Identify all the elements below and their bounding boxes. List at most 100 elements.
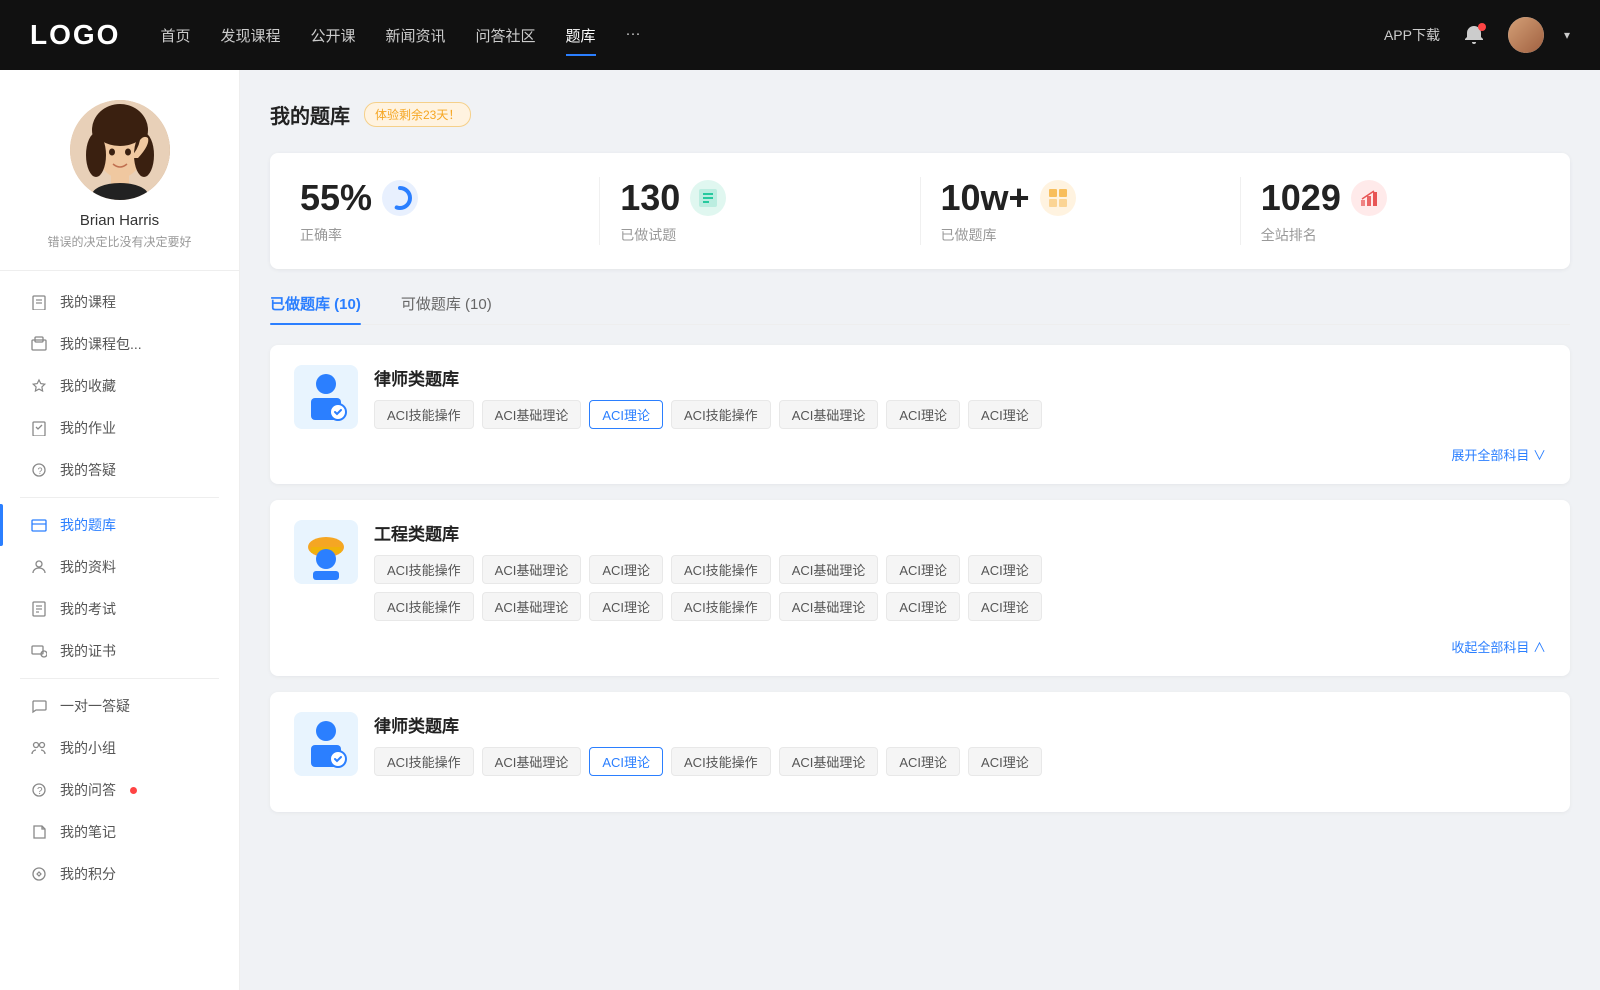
bank-icon-lawyer <box>294 365 358 429</box>
nav-link-open[interactable]: 公开课 <box>310 21 355 50</box>
tag-active[interactable]: ACI理论 <box>589 400 663 429</box>
sidebar-item-course-package[interactable]: 我的课程包... <box>0 323 239 365</box>
sidebar-item-group[interactable]: 我的小组 <box>0 727 239 769</box>
nav-link-discover[interactable]: 发现课程 <box>220 21 280 50</box>
tag[interactable]: ACI技能操作 <box>374 747 474 776</box>
nav-links: 首页 发现课程 公开课 新闻资讯 问答社区 题库 ··· <box>160 21 1384 50</box>
sidebar-item-homework[interactable]: 我的作业 <box>0 407 239 449</box>
profile-name: Brian Harris <box>80 212 159 229</box>
tag-active[interactable]: ACI理论 <box>589 747 663 776</box>
sidebar-item-one-on-one[interactable]: 一对一答疑 <box>0 685 239 727</box>
rank-icon <box>1351 180 1387 216</box>
sidebar-item-label: 我的收藏 <box>60 376 116 396</box>
stat-rank-label: 全站排名 <box>1261 225 1317 245</box>
sidebar-item-label: 我的证书 <box>60 641 116 661</box>
tag[interactable]: ACI技能操作 <box>374 555 474 584</box>
expand-button-lawyer-1[interactable]: 展开全部科目 ∨ <box>294 445 1546 464</box>
nav-link-bank[interactable]: 题库 <box>566 21 596 50</box>
tag[interactable]: ACI技能操作 <box>374 592 474 621</box>
stat-done-questions: 130 已做试题 <box>620 177 920 245</box>
tag[interactable]: ACI技能操作 <box>671 400 771 429</box>
sidebar-item-favorites[interactable]: 我的收藏 <box>0 365 239 407</box>
nav-bell-icon[interactable] <box>1460 21 1488 49</box>
tag[interactable]: ACI基础理论 <box>482 400 582 429</box>
page-title: 我的题库 <box>270 100 350 129</box>
tag[interactable]: ACI理论 <box>968 747 1042 776</box>
tag[interactable]: ACI理论 <box>589 592 663 621</box>
accuracy-icon <box>382 180 418 216</box>
tab-available-banks[interactable]: 可做题库 (10) <box>401 293 492 324</box>
tag[interactable]: ACI理论 <box>886 555 960 584</box>
nav-link-qa[interactable]: 问答社区 <box>476 21 536 50</box>
nav-link-more[interactable]: ··· <box>626 21 641 50</box>
bank-tags-engineer-row1: ACI技能操作 ACI基础理论 ACI理论 ACI技能操作 ACI基础理论 AC… <box>374 555 1546 584</box>
sidebar-item-label: 我的问答 <box>60 780 116 800</box>
tag[interactable]: ACI基础理论 <box>482 747 582 776</box>
tag[interactable]: ACI理论 <box>886 592 960 621</box>
exam-icon <box>30 600 48 618</box>
tag[interactable]: ACI基础理论 <box>779 555 879 584</box>
avatar <box>70 100 170 200</box>
tag[interactable]: ACI基础理论 <box>482 592 582 621</box>
nav-link-news[interactable]: 新闻资讯 <box>386 21 446 50</box>
nav-avatar[interactable] <box>1508 17 1544 53</box>
stat-accuracy-value: 55% <box>300 177 372 219</box>
question-icon: ? <box>30 461 48 479</box>
bank-card-lawyer-1: 律师类题库 ACI技能操作 ACI基础理论 ACI理论 ACI技能操作 ACI基… <box>270 345 1570 484</box>
homework-icon <box>30 419 48 437</box>
tag[interactable]: ACI技能操作 <box>374 400 474 429</box>
nav-link-home[interactable]: 首页 <box>160 21 190 50</box>
notification-dot <box>130 787 137 794</box>
tag[interactable]: ACI基础理论 <box>482 555 582 584</box>
courses-icon <box>30 293 48 311</box>
stat-done-banks-value: 10w+ <box>941 177 1030 219</box>
sidebar-item-my-questions[interactable]: ? 我的问答 <box>0 769 239 811</box>
sidebar-item-points[interactable]: 我的积分 <box>0 853 239 895</box>
bank-card-header: 工程类题库 ACI技能操作 ACI基础理论 ACI理论 ACI技能操作 ACI基… <box>294 520 1546 621</box>
stat-rank-value: 1029 <box>1261 177 1341 219</box>
tag[interactable]: ACI理论 <box>589 555 663 584</box>
sidebar-item-my-courses[interactable]: 我的课程 <box>0 281 239 323</box>
main-content: 我的题库 体验剩余23天！ 55% 正确率 13 <box>240 70 1600 990</box>
tag[interactable]: ACI技能操作 <box>671 747 771 776</box>
sidebar-item-notes[interactable]: 我的笔记 <box>0 811 239 853</box>
sidebar-item-bank[interactable]: 我的题库 <box>0 504 239 546</box>
tag[interactable]: ACI理论 <box>968 592 1042 621</box>
sidebar-item-profile[interactable]: 我的资料 <box>0 546 239 588</box>
page-header: 我的题库 体验剩余23天！ <box>270 100 1570 129</box>
sidebar-item-label: 我的课程包... <box>60 334 142 354</box>
stats-card: 55% 正确率 130 <box>270 153 1570 269</box>
tag[interactable]: ACI理论 <box>968 555 1042 584</box>
tag[interactable]: ACI技能操作 <box>671 592 771 621</box>
tabs-bar: 已做题库 (10) 可做题库 (10) <box>270 293 1570 325</box>
certificate-icon <box>30 642 48 660</box>
tab-done-banks[interactable]: 已做题库 (10) <box>270 293 361 324</box>
stat-done-banks: 10w+ 已做题库 <box>941 177 1241 245</box>
nav-chevron-down-icon[interactable]: ▾ <box>1564 28 1570 42</box>
tag[interactable]: ACI基础理论 <box>779 747 879 776</box>
bank-title-lawyer-1: 律师类题库 <box>374 365 1546 390</box>
nav-app-download[interactable]: APP下载 <box>1384 25 1440 45</box>
sidebar-item-label: 我的笔记 <box>60 822 116 842</box>
nav-bell-dot <box>1478 23 1486 31</box>
tag[interactable]: ACI基础理论 <box>779 592 879 621</box>
tag[interactable]: ACI理论 <box>886 747 960 776</box>
collapse-button-engineer[interactable]: 收起全部科目 ∧ <box>294 637 1546 656</box>
navbar: LOGO 首页 发现课程 公开课 新闻资讯 问答社区 题库 ··· APP下载 … <box>0 0 1600 70</box>
divider-1 <box>20 497 219 498</box>
bank-card-header: 律师类题库 ACI技能操作 ACI基础理论 ACI理论 ACI技能操作 ACI基… <box>294 712 1546 776</box>
tag[interactable]: ACI基础理论 <box>779 400 879 429</box>
tag[interactable]: ACI理论 <box>968 400 1042 429</box>
sidebar-item-exam[interactable]: 我的考试 <box>0 588 239 630</box>
tag[interactable]: ACI理论 <box>886 400 960 429</box>
profile-motto: 错误的决定比没有决定要好 <box>47 233 191 250</box>
sidebar-item-questions[interactable]: ? 我的答疑 <box>0 449 239 491</box>
stat-accuracy: 55% 正确率 <box>300 177 600 245</box>
sidebar-item-certificate[interactable]: 我的证书 <box>0 630 239 672</box>
sidebar-menu: 我的课程 我的课程包... 我的收藏 我的作业 <box>0 281 239 895</box>
tag[interactable]: ACI技能操作 <box>671 555 771 584</box>
bank-title-area: 律师类题库 ACI技能操作 ACI基础理论 ACI理论 ACI技能操作 ACI基… <box>374 712 1546 776</box>
nav-right: APP下载 ▾ <box>1384 17 1570 53</box>
star-icon <box>30 377 48 395</box>
sidebar-item-label: 我的资料 <box>60 557 116 577</box>
